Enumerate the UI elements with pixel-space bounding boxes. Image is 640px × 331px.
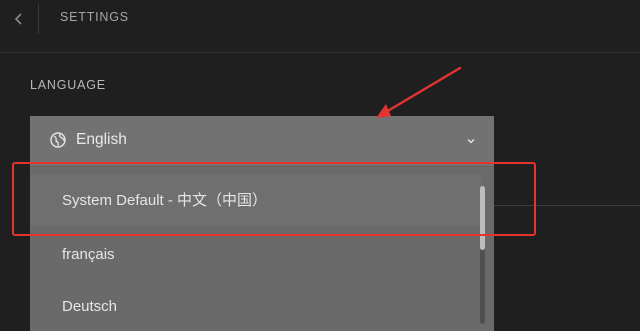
- chevron-left-icon: [14, 13, 22, 25]
- arrow-icon: [376, 66, 462, 118]
- chevron-down-icon: [467, 139, 475, 144]
- language-dropdown[interactable]: English System Default - 中文（中国） français…: [30, 116, 494, 331]
- language-option-deutsch[interactable]: Deutsch: [30, 283, 482, 331]
- divider: [38, 4, 39, 34]
- top-bar: SETTINGS: [0, 0, 640, 53]
- language-section-label: LANGUAGE: [30, 78, 106, 92]
- scrollbar-thumb[interactable]: [480, 186, 485, 250]
- language-select[interactable]: English: [30, 116, 494, 167]
- option-label: français: [62, 246, 115, 263]
- back-button[interactable]: [0, 0, 38, 38]
- language-option-system-default[interactable]: System Default - 中文（中国）: [30, 174, 482, 226]
- page-title: SETTINGS: [60, 10, 129, 24]
- selected-language: English: [76, 131, 127, 148]
- language-option-francais[interactable]: français: [30, 231, 482, 283]
- settings-page: SETTINGS LANGUAGE English System Default…: [0, 0, 640, 331]
- option-label: Deutsch: [62, 298, 118, 315]
- option-label: System Default - 中文（中国）: [62, 192, 268, 209]
- scrollbar[interactable]: [480, 186, 485, 324]
- divider: [494, 205, 640, 206]
- globe-icon: [50, 132, 66, 148]
